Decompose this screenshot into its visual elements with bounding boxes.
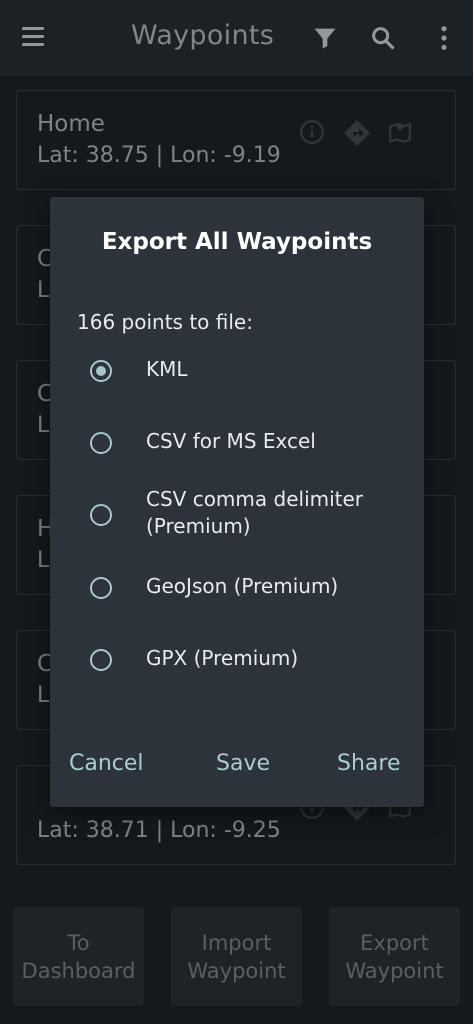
option-csv-excel[interactable]: CSV for MS Excel — [90, 429, 410, 462]
save-button[interactable]: Save — [216, 751, 270, 776]
option-label: KML — [146, 357, 188, 381]
option-label: GPX (Premium) — [146, 646, 299, 670]
option-kml[interactable]: KML — [90, 357, 410, 390]
radio-csv-comma[interactable] — [90, 504, 112, 526]
option-gpx[interactable]: GPX (Premium) — [90, 646, 410, 679]
export-dialog: Export All Waypoints 166 points to file:… — [50, 197, 424, 807]
option-label: CSV comma delimiter (Premium) — [146, 487, 364, 538]
dialog-subtitle: 166 points to file: — [77, 310, 253, 334]
cancel-button[interactable]: Cancel — [69, 751, 144, 776]
radio-gpx[interactable] — [90, 649, 112, 671]
dialog-title: Export All Waypoints — [101, 229, 373, 255]
share-button[interactable]: Share — [337, 751, 401, 776]
radio-geojson[interactable] — [90, 577, 112, 599]
radio-csv-excel[interactable] — [90, 432, 112, 454]
option-label: CSV for MS Excel — [146, 429, 316, 453]
option-geojson[interactable]: GeoJson (Premium) — [90, 574, 410, 607]
option-csv-comma[interactable]: CSV comma delimiter (Premium) — [90, 487, 410, 554]
radio-kml[interactable] — [90, 360, 112, 382]
option-label: GeoJson (Premium) — [146, 574, 339, 598]
